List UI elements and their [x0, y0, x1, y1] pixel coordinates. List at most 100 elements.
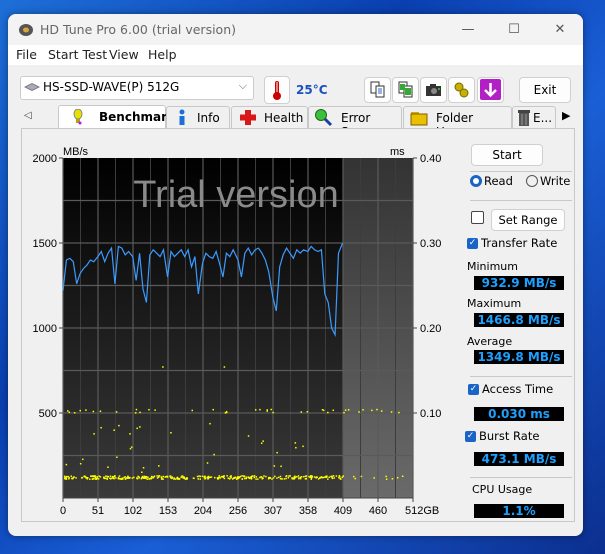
access-time-point	[117, 477, 120, 480]
access-time-point	[332, 475, 335, 477]
set-range-button[interactable]: Set Range	[491, 209, 565, 231]
access-time-point	[324, 476, 327, 478]
access-time-point	[92, 477, 95, 480]
access-time-point	[226, 475, 228, 477]
access-time-point	[218, 475, 220, 477]
access-time-point	[118, 424, 120, 427]
access-time-point	[169, 476, 172, 479]
access-time-point	[223, 477, 226, 480]
burst-rate-value: 473.1 MB/s	[474, 452, 564, 466]
access-time-point	[285, 475, 288, 477]
divider	[470, 171, 572, 172]
access-time-point	[162, 478, 164, 480]
access-time-point	[299, 477, 302, 480]
access-time-point	[92, 475, 94, 478]
average-value: 1349.8 MB/s	[474, 350, 564, 364]
access-time-point	[228, 478, 231, 480]
access-time-point	[183, 476, 185, 478]
access-time-point	[158, 475, 161, 477]
access-time-point	[140, 477, 143, 480]
access-time-checkbox[interactable]: ✓	[468, 384, 479, 395]
minimum-label: Minimum	[467, 260, 518, 273]
access-time-label: Access Time	[482, 382, 554, 396]
access-time-point	[376, 408, 378, 411]
access-time-point	[242, 475, 245, 477]
access-time-point	[232, 478, 234, 480]
access-time-point	[160, 476, 163, 478]
access-time-point	[248, 477, 251, 480]
start-button[interactable]: Start	[471, 144, 543, 166]
access-time-point	[70, 475, 72, 477]
access-time-point	[119, 477, 121, 480]
access-time-point	[254, 409, 257, 411]
maximum-value: 1466.8 MB/s	[474, 313, 564, 327]
access-time-point	[380, 410, 383, 412]
access-time-point	[241, 478, 243, 480]
access-time-point	[113, 475, 116, 477]
access-time-point	[306, 410, 309, 413]
access-time-point	[390, 411, 393, 413]
access-time-point	[223, 366, 226, 368]
transfer-rate-checkbox[interactable]: ✓	[467, 238, 478, 249]
access-time-point	[99, 410, 102, 413]
x-tick-label: 256	[229, 505, 247, 517]
access-time-point	[191, 409, 194, 412]
access-time-point	[201, 475, 204, 478]
access-time-point	[304, 478, 307, 480]
access-time-point	[125, 477, 128, 479]
access-time-point	[209, 422, 211, 425]
access-time-point	[279, 477, 282, 480]
access-time-point	[199, 478, 202, 480]
x-tick-label: 409	[334, 505, 352, 517]
access-time-point	[341, 476, 344, 479]
access-time-point	[223, 475, 225, 477]
access-time-point	[164, 476, 166, 478]
access-time-point	[100, 426, 102, 429]
access-time-point	[156, 475, 158, 477]
access-time-point	[184, 478, 187, 480]
y-right-unit-label: ms	[390, 146, 405, 158]
y-right-tick-label: 0.30	[420, 238, 441, 250]
access-time-point	[236, 478, 238, 480]
access-time-point	[73, 412, 76, 414]
access-time-point	[142, 467, 145, 469]
x-tick-label: 102	[124, 505, 142, 517]
access-time-point	[96, 475, 98, 478]
access-time-point	[287, 476, 290, 479]
divider	[470, 477, 572, 478]
y-left-tick-label: 1500	[33, 238, 57, 250]
access-time-point	[154, 409, 156, 411]
access-time-point	[262, 440, 264, 442]
average-label: Average	[467, 335, 513, 348]
set-range-checkbox[interactable]	[471, 211, 484, 224]
access-time-point	[106, 478, 109, 480]
x-tick-label: 307	[264, 505, 282, 517]
access-time-point	[174, 478, 177, 480]
access-time-point	[238, 476, 240, 478]
access-time-point	[141, 471, 143, 474]
access-time-point	[272, 477, 275, 479]
access-time-point	[335, 475, 338, 477]
x-tick-label: 512GB	[405, 505, 439, 517]
read-radio[interactable]	[470, 175, 482, 187]
x-tick-label: 0	[60, 505, 66, 517]
access-time-point	[65, 475, 68, 478]
access-time-point	[332, 409, 335, 412]
access-time-point	[274, 475, 276, 478]
access-time-point	[360, 475, 363, 478]
access-time-point	[281, 478, 283, 480]
access-time-point	[262, 477, 264, 479]
access-time-point	[267, 478, 270, 480]
access-time-point	[247, 435, 250, 437]
write-radio[interactable]	[526, 175, 538, 187]
access-time-point	[255, 478, 257, 480]
divider	[470, 376, 572, 377]
access-time-point	[362, 409, 364, 411]
access-time-point	[206, 476, 208, 479]
access-time-point	[111, 475, 114, 478]
access-time-point	[171, 476, 174, 479]
access-time-point	[67, 410, 69, 412]
burst-rate-checkbox[interactable]: ✓	[465, 431, 476, 442]
y-right-tick-label: 0.40	[420, 153, 441, 165]
y-left-tick-label: 500	[39, 408, 57, 420]
